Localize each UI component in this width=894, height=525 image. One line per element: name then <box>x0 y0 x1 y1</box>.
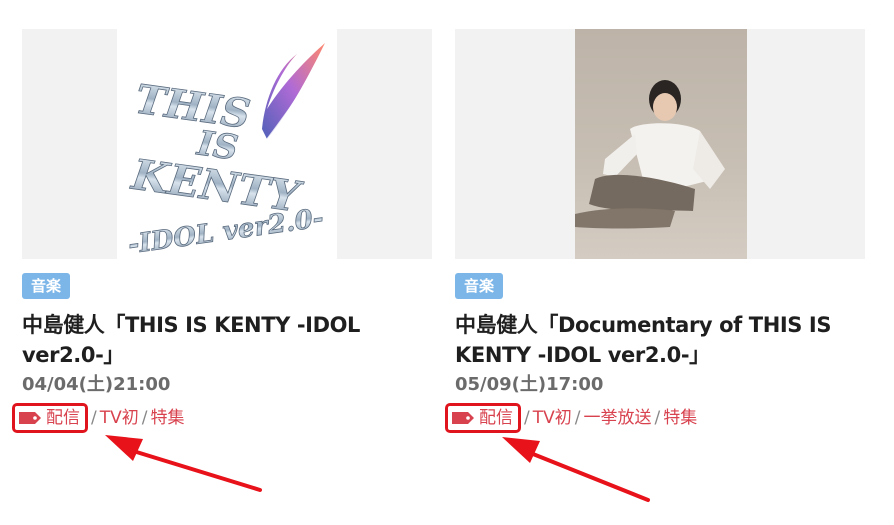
genre-badge: 音楽 <box>455 273 504 299</box>
program-title-2[interactable]: 中島健人「Documentary of THIS IS KENTY -IDOL … <box>455 310 860 370</box>
tag-feature[interactable]: 特集 <box>663 408 697 428</box>
red-arrow-icon <box>105 435 262 492</box>
price-tag-icon <box>452 412 474 424</box>
highlight-box-stream: 配信 <box>12 403 88 433</box>
program-title-1[interactable]: 中島健人「THIS IS KENTY -IDOL ver2.0-」 <box>22 310 427 370</box>
tag-stream[interactable]: 配信 <box>46 408 80 428</box>
air-datetime-2: 05/09(土)17:00 <box>455 374 604 395</box>
genre-badge: 音楽 <box>22 273 71 299</box>
program-thumbnail-1[interactable]: THIS IS KENTY -IDOL ver2.0- <box>22 29 432 259</box>
air-datetime-1: 04/04(土)21:00 <box>22 374 171 395</box>
price-tag-icon <box>19 412 41 424</box>
tag-separator: / <box>654 408 661 428</box>
red-arrow-icon <box>502 437 650 502</box>
artist-photo-image <box>575 29 747 259</box>
program-thumbnail-2[interactable] <box>455 29 865 259</box>
this-is-kenty-logo-image: THIS IS KENTY -IDOL ver2.0- <box>117 29 337 259</box>
